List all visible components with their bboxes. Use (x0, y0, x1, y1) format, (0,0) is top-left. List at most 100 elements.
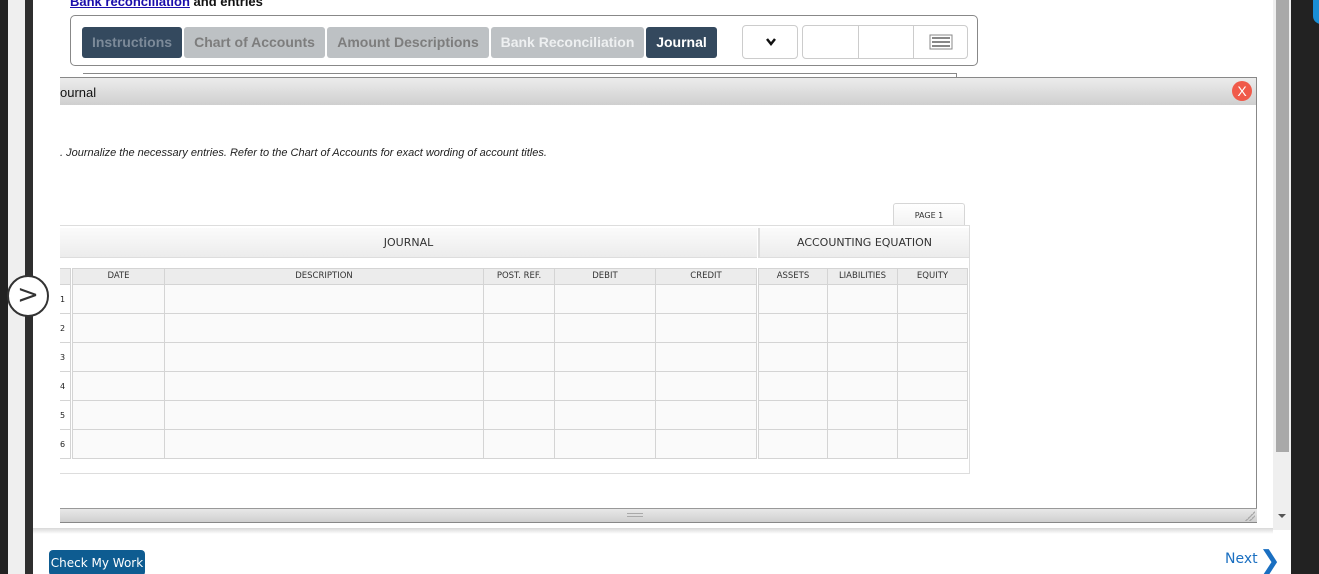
row-stub (60, 314, 71, 343)
row-stub (60, 401, 71, 430)
column-header-post-ref: POST. REF. (484, 268, 555, 285)
tab-instructions[interactable]: Instructions (82, 27, 182, 58)
row-stub (60, 372, 71, 401)
tab-bank-reconciliation[interactable]: Bank Reconciliation (491, 27, 644, 58)
column-header-description: DESCRIPTION (165, 268, 484, 285)
cell-credit[interactable] (656, 401, 757, 430)
instruction-text: . Journalize the necessary entries. Refe… (60, 147, 547, 159)
cell-debit[interactable] (555, 314, 656, 343)
corner-badge (1313, 0, 1319, 24)
window-frame-right (1291, 0, 1319, 574)
journal-table: JOURNAL ACCOUNTING EQUATION DATE DESCRIPT… (60, 225, 970, 474)
toolbar-slot-2[interactable] (858, 26, 913, 58)
cell-description[interactable] (165, 285, 484, 314)
toolbar-slot-1[interactable] (803, 26, 858, 58)
cell-date[interactable] (72, 401, 165, 430)
cell-equity[interactable] (898, 314, 968, 343)
cell-credit[interactable] (656, 314, 757, 343)
column-header-equity: EQUITY (898, 268, 968, 285)
cell-equity[interactable] (898, 430, 968, 459)
row-stub (60, 285, 71, 314)
cell-debit[interactable] (555, 401, 656, 430)
journal-dialog: ournal X . Journalize the necessary entr… (60, 77, 1257, 523)
cell-post-ref[interactable] (484, 372, 555, 401)
cell-date[interactable] (72, 314, 165, 343)
cell-liabilities[interactable] (828, 343, 898, 372)
side-panel-toggle[interactable]: > (7, 275, 49, 317)
tab-bar: Instructions Chart of Accounts Amount De… (70, 15, 978, 66)
cell-post-ref[interactable] (484, 285, 555, 314)
cell-assets[interactable] (758, 314, 828, 343)
chevron-down-icon (766, 38, 776, 47)
scrollbar-thumb[interactable] (1276, 0, 1289, 452)
scroll-down-icon[interactable] (1278, 514, 1286, 518)
row-stub (60, 430, 71, 459)
row-number-header (60, 268, 71, 285)
dialog-title: ournal (60, 85, 97, 100)
cell-liabilities[interactable] (828, 314, 898, 343)
cell-credit[interactable] (656, 430, 757, 459)
equation-section-header: ACCOUNTING EQUATION (758, 228, 969, 258)
cell-post-ref[interactable] (484, 430, 555, 459)
cell-liabilities[interactable] (828, 285, 898, 314)
cell-post-ref[interactable] (484, 343, 555, 372)
menu-button[interactable] (913, 26, 968, 58)
cell-debit[interactable] (555, 430, 656, 459)
column-header-credit: CREDIT (656, 268, 757, 285)
cell-liabilities[interactable] (828, 372, 898, 401)
cell-description[interactable] (165, 372, 484, 401)
cell-liabilities[interactable] (828, 401, 898, 430)
cell-description[interactable] (165, 401, 484, 430)
journal-section-header: JOURNAL (60, 228, 757, 258)
cell-debit[interactable] (555, 343, 656, 372)
cell-post-ref[interactable] (484, 314, 555, 343)
list-icon (929, 34, 953, 50)
dropdown-button[interactable] (742, 25, 798, 59)
page-tab[interactable]: PAGE 1 (893, 203, 965, 226)
column-header-liabilities: LIABILITIES (828, 268, 898, 285)
dialog-header[interactable]: ournal X (60, 78, 1256, 105)
cell-description[interactable] (165, 314, 484, 343)
column-header-date: DATE (72, 268, 165, 285)
cell-post-ref[interactable] (484, 401, 555, 430)
cell-date[interactable] (72, 430, 165, 459)
cell-credit[interactable] (656, 372, 757, 401)
next-chevron-icon[interactable]: ❯ (1259, 546, 1281, 574)
cell-assets[interactable] (758, 430, 828, 459)
problem-title-rest: and entries (189, 0, 263, 9)
problem-title: Bank reconciliation and entries (70, 0, 263, 9)
column-header-debit: DEBIT (555, 268, 656, 285)
cell-equity[interactable] (898, 285, 968, 314)
bank-reconciliation-link[interactable]: Bank reconciliation (70, 0, 190, 9)
tab-journal[interactable]: Journal (646, 27, 717, 58)
cell-assets[interactable] (758, 343, 828, 372)
cell-credit[interactable] (656, 285, 757, 314)
tab-amount-descriptions[interactable]: Amount Descriptions (327, 27, 489, 58)
close-button[interactable]: X (1232, 81, 1252, 101)
column-header-assets: ASSETS (758, 268, 828, 285)
cell-equity[interactable] (898, 401, 968, 430)
cell-date[interactable] (72, 343, 165, 372)
dialog-resize-bar[interactable] (60, 508, 1257, 523)
cell-date[interactable] (72, 285, 165, 314)
toolbar-group (802, 25, 968, 59)
tab-chart-of-accounts[interactable]: Chart of Accounts (184, 27, 325, 58)
cell-assets[interactable] (758, 372, 828, 401)
cell-date[interactable] (72, 372, 165, 401)
next-link[interactable]: Next (1225, 551, 1258, 567)
cell-liabilities[interactable] (828, 430, 898, 459)
footer-divider (33, 528, 1273, 534)
corner-resize-icon[interactable] (1245, 511, 1255, 521)
cell-debit[interactable] (555, 285, 656, 314)
resize-handle-icon[interactable] (627, 513, 643, 517)
cell-equity[interactable] (898, 343, 968, 372)
check-my-work-button[interactable]: Check My Work (49, 550, 145, 574)
cell-assets[interactable] (758, 285, 828, 314)
cell-equity[interactable] (898, 372, 968, 401)
cell-debit[interactable] (555, 372, 656, 401)
row-stub (60, 343, 71, 372)
cell-description[interactable] (165, 430, 484, 459)
cell-credit[interactable] (656, 343, 757, 372)
cell-assets[interactable] (758, 401, 828, 430)
cell-description[interactable] (165, 343, 484, 372)
